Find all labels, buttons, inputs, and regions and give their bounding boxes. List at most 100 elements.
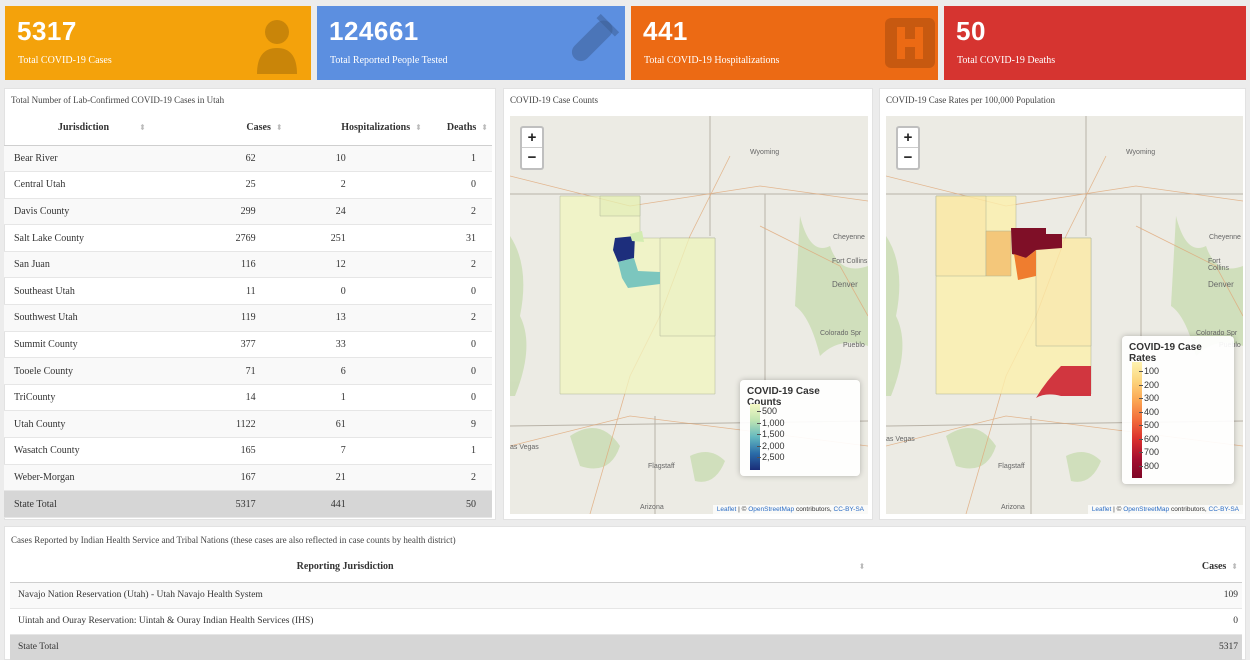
deaths-cell: 0: [425, 277, 492, 306]
deaths-cell: 2: [425, 304, 492, 332]
dashboard: 5317 Total COVID-19 Cases 124661 Total R…: [0, 0, 1250, 660]
cases-table: Jurisdiction ⬍ Cases ⬍ Hospitalizations ⬍ D…: [4, 110, 492, 518]
case-rates-map[interactable]: Wyoming Cheyenne Fort Collins Denver Col…: [886, 116, 1243, 514]
jurisdiction-cell: Wasatch County: [4, 437, 212, 465]
hospital-icon: [885, 18, 935, 73]
table-row: Davis County 299 24 2: [4, 198, 492, 226]
case-counts-map[interactable]: Wyoming Cheyenne Fort Collins Denver Col…: [510, 116, 868, 514]
reporting-jurisdiction-cell: Navajo Nation Reservation (Utah) - Utah …: [10, 582, 1092, 609]
table-row: Navajo Nation Reservation (Utah) - Utah …: [10, 582, 1242, 609]
deaths-cell: 50: [425, 490, 492, 518]
legend-tick-mark: [1139, 384, 1143, 386]
legend-tick-label: 200: [1144, 379, 1160, 390]
hospitalizations-cell: 2: [286, 171, 426, 199]
column-header-cases[interactable]: Cases ⬍: [211, 110, 287, 146]
cases-table-title: Total Number of Lab-Confirmed COVID-19 C…: [11, 95, 225, 105]
jurisdiction-cell: Summit County: [4, 331, 212, 359]
legend-tick-label: 2,500: [762, 452, 785, 462]
deaths-cell: 9: [425, 410, 492, 439]
deaths-label: Total COVID-19 Deaths: [957, 55, 1056, 66]
cases-cell: 14: [211, 384, 287, 412]
reporting-jurisdiction-cell: State Total: [10, 634, 1092, 660]
column-header-cases[interactable]: Cases ⬍: [1092, 552, 1242, 583]
zoom-in-button[interactable]: +: [522, 128, 542, 148]
table-row: Central Utah 25 2 0: [4, 171, 492, 199]
zoom-control: + −: [896, 126, 920, 170]
hospitalizations-cell: 21: [286, 464, 426, 492]
hospitalizations-cell: 13: [286, 304, 426, 332]
openstreetmap-link[interactable]: OpenStreetMap: [748, 506, 794, 513]
table-total-row: State Total 5317 441 50: [4, 490, 492, 518]
cases-cell: 2769: [211, 224, 287, 252]
map-attribution: Leaflet | © OpenStreetMap contributors, …: [1087, 505, 1243, 514]
zoom-out-button[interactable]: −: [898, 148, 918, 168]
map-label-flagstaff: Flagstaff: [998, 463, 1025, 470]
jurisdiction-cell: San Juan: [4, 251, 212, 279]
jurisdiction-cell: Salt Lake County: [4, 224, 212, 252]
column-header-hospitalizations[interactable]: Hospitalizations ⬍: [286, 110, 426, 146]
jurisdiction-cell: Central Utah: [4, 171, 212, 199]
cases-cell: 377: [211, 331, 287, 359]
column-header-deaths[interactable]: Deaths ⬍: [425, 110, 492, 146]
jurisdiction-cell: Tooele County: [4, 357, 212, 385]
legend-tick-mark: [757, 445, 761, 447]
map-label-cheyenne: Cheyenne: [1209, 234, 1241, 241]
cases-label: Total COVID-19 Cases: [18, 55, 112, 66]
hospitalizations-cell: 10: [286, 145, 426, 173]
leaflet-link[interactable]: Leaflet: [717, 506, 737, 513]
attribution-contributors: contributors,: [1169, 506, 1209, 513]
map-label-las-vegas: as Vegas: [510, 444, 539, 451]
zoom-in-button[interactable]: +: [898, 128, 918, 148]
legend-tick-label: 2,000: [762, 440, 785, 451]
hospitalizations-cell: 1: [286, 384, 426, 412]
leaflet-link[interactable]: Leaflet: [1092, 506, 1112, 513]
deaths-cell: 0: [425, 357, 492, 385]
jurisdiction-cell: State Total: [4, 490, 212, 518]
sort-icon: ⬍: [1231, 562, 1238, 572]
map-label-fort-collins: Fort Collins: [1208, 258, 1230, 272]
tribal-table: Reporting Jurisdiction ⬍ Cases ⬍ Navajo Na…: [10, 552, 1242, 660]
sort-icon: ⬍: [858, 562, 866, 572]
openstreetmap-link[interactable]: OpenStreetMap: [1123, 506, 1169, 513]
legend-tick-label: 300: [1144, 393, 1160, 403]
column-header-jurisdiction[interactable]: Jurisdiction ⬍: [4, 110, 212, 146]
zoom-out-button[interactable]: −: [522, 148, 542, 168]
zoom-control: + −: [520, 126, 544, 170]
cases-cell: 116: [211, 251, 287, 279]
hospitalizations-cell: 33: [286, 331, 426, 359]
legend-tick-label: 100: [1144, 366, 1160, 376]
map-label-arizona: Arizona: [640, 504, 664, 511]
license-link[interactable]: CC-BY-SA: [1209, 506, 1239, 513]
legend-tick-label: 800: [1144, 460, 1160, 471]
cases-cell: 5317: [1092, 634, 1242, 660]
jurisdiction-cell: TriCounty: [4, 384, 212, 412]
table-row: Utah County 1122 61 9: [4, 410, 492, 439]
legend-color-bar: [750, 404, 760, 470]
sort-icon: ⬍: [481, 122, 488, 132]
case-counts-map-title: COVID-19 Case Counts: [510, 95, 598, 105]
deaths-cell: 1: [425, 145, 492, 173]
cases-value: 5317: [17, 16, 77, 46]
table-total-row: State Total 5317: [10, 634, 1242, 660]
cases-cell: 5317: [211, 490, 287, 518]
hospitalizations-cell: 0: [286, 277, 426, 306]
table-row: Uintah and Ouray Reservation: Uintah & O…: [10, 608, 1242, 635]
deaths-cell: 0: [425, 171, 492, 199]
legend-tick-mark: [1139, 452, 1143, 453]
value-box-hospitalizations: 441 Total COVID-19 Hospitalizations: [631, 6, 938, 80]
case-counts-legend: COVID-19 Case Counts 500 1,000 1,500 2,000 2…: [740, 380, 860, 476]
map-label-pueblo: Pueblo: [843, 342, 865, 349]
hospitalizations-cell: 441: [286, 490, 426, 518]
hospitalizations-cell: 6: [286, 357, 426, 385]
column-header-reporting-jurisdiction[interactable]: Reporting Jurisdiction ⬍: [10, 552, 1092, 583]
test-tube-icon: [557, 13, 620, 80]
license-link[interactable]: CC-BY-SA: [834, 506, 864, 513]
cases-cell: 299: [211, 198, 287, 226]
legend-tick-mark: [1139, 411, 1143, 413]
table-row: Bear River 62 10 1: [4, 145, 492, 173]
legend-tick-mark: [757, 457, 761, 458]
deaths-cell: 0: [425, 384, 492, 412]
value-box-cases: 5317 Total COVID-19 Cases: [5, 6, 311, 80]
legend-tick-mark: [757, 422, 761, 424]
tribal-table-title: Cases Reported by Indian Health Service …: [11, 535, 456, 545]
